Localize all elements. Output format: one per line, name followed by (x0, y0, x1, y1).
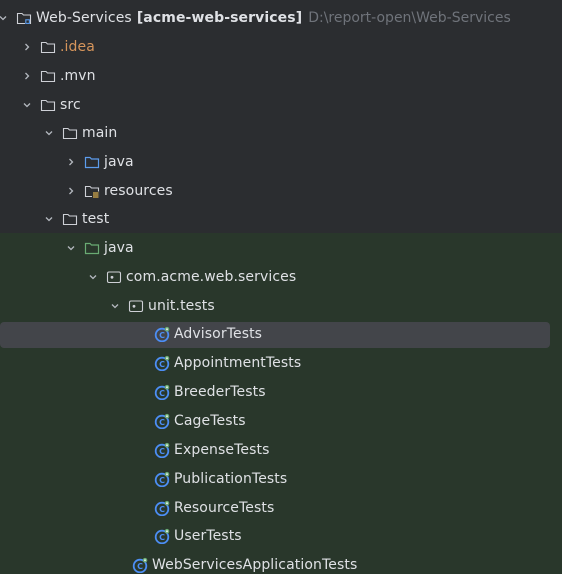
resources-folder-icon (84, 183, 100, 199)
tree-node-src[interactable]: src (0, 91, 562, 119)
test-class-icon: C (154, 384, 170, 400)
chevron-down-icon[interactable] (42, 212, 56, 226)
test-class-icon: C (154, 500, 170, 516)
tree-node-test-class[interactable]: C ExpenseTests (0, 436, 562, 464)
chevron-down-icon[interactable] (0, 11, 10, 25)
package-icon (128, 298, 144, 314)
folder-label-test: test (82, 211, 110, 227)
svg-text:C: C (159, 360, 165, 369)
test-class-icon: C (154, 471, 170, 487)
folder-label-resources: resources (104, 183, 173, 199)
test-class-icon: C (154, 355, 170, 371)
test-class-label-app-tests: WebServicesApplicationTests (152, 557, 358, 573)
tree-node-test-class[interactable]: C AppointmentTests (0, 349, 562, 377)
folder-label-idea: .idea (60, 39, 95, 55)
tree-node-unit-tests[interactable]: unit.tests (0, 292, 562, 320)
test-class-icon: C (154, 528, 170, 544)
source-folder-icon (84, 154, 100, 170)
chevron-right-icon[interactable] (20, 69, 34, 83)
tree-node-mvn[interactable]: .mvn (0, 62, 562, 90)
svg-text:C: C (137, 562, 143, 571)
package-icon (106, 269, 122, 285)
folder-icon (40, 68, 56, 84)
svg-text:C: C (159, 331, 165, 340)
tree-node-test-java[interactable]: java (0, 234, 562, 262)
test-class-label: BreederTests (174, 384, 266, 400)
folder-label-main: main (82, 125, 118, 141)
tree-node-package[interactable]: com.acme.web.services (0, 263, 562, 291)
test-class-label: AdvisorTests (174, 326, 263, 342)
chevron-down-icon[interactable] (108, 299, 122, 313)
folder-label-test-java: java (104, 240, 134, 256)
tree-node-project-root[interactable]: Web-Services [acme-web-services] D:\repo… (0, 4, 562, 32)
tree-node-idea[interactable]: .idea (0, 33, 562, 61)
chevron-right-icon[interactable] (64, 155, 78, 169)
svg-text:C: C (159, 505, 165, 514)
folder-icon (62, 125, 78, 141)
folder-label-mvn: .mvn (60, 68, 96, 84)
svg-text:C: C (159, 476, 165, 485)
folder-label-src: src (60, 97, 81, 113)
svg-text:C: C (159, 418, 165, 427)
module-folder-icon (16, 10, 32, 26)
tree-node-test-class[interactable]: C PublicationTests (0, 465, 562, 493)
test-class-icon: C (154, 413, 170, 429)
tree-node-test-class[interactable]: C ResourceTests (0, 494, 562, 522)
folder-label-main-java: java (104, 154, 134, 170)
package-label-unit-tests: unit.tests (148, 298, 215, 314)
folder-icon (40, 97, 56, 113)
svg-text:C: C (159, 447, 165, 456)
tree-node-test-class[interactable]: C CageTests (0, 407, 562, 435)
chevron-down-icon[interactable] (20, 98, 34, 112)
chevron-right-icon[interactable] (20, 40, 34, 54)
test-class-label: UserTests (174, 528, 242, 544)
tree-node-app-tests[interactable]: C WebServicesApplicationTests (0, 551, 562, 574)
chevron-down-icon[interactable] (42, 126, 56, 140)
test-class-icon: C (154, 326, 170, 342)
folder-icon (40, 39, 56, 55)
test-class-label: CageTests (174, 413, 246, 429)
test-class-label: ResourceTests (174, 500, 275, 516)
test-class-label: PublicationTests (174, 471, 288, 487)
tree-node-test-class[interactable]: C UserTests (0, 522, 562, 550)
tree-node-test-class[interactable]: C AdvisorTests (0, 320, 562, 348)
test-class-label: AppointmentTests (174, 355, 302, 371)
project-module-name: [acme-web-services] (136, 10, 303, 26)
project-name: Web-Services (36, 10, 132, 26)
folder-icon (62, 211, 78, 227)
test-class-icon: C (132, 557, 148, 573)
chevron-down-icon[interactable] (64, 241, 78, 255)
test-class-icon: C (154, 442, 170, 458)
project-tree: Web-Services [acme-web-services] D:\repo… (0, 0, 562, 574)
test-source-folder-icon (84, 240, 100, 256)
package-label: com.acme.web.services (126, 269, 297, 285)
svg-text:C: C (159, 533, 165, 542)
tree-node-main[interactable]: main (0, 119, 562, 147)
chevron-right-icon[interactable] (64, 184, 78, 198)
tree-node-resources[interactable]: resources (0, 177, 562, 205)
chevron-down-icon[interactable] (86, 270, 100, 284)
svg-text:C: C (159, 389, 165, 398)
project-path: D:\report-open\Web-Services (308, 10, 511, 26)
tree-node-test-class[interactable]: C BreederTests (0, 378, 562, 406)
tree-node-test[interactable]: test (0, 205, 562, 233)
tree-node-main-java[interactable]: java (0, 148, 562, 176)
test-class-label: ExpenseTests (174, 442, 270, 458)
